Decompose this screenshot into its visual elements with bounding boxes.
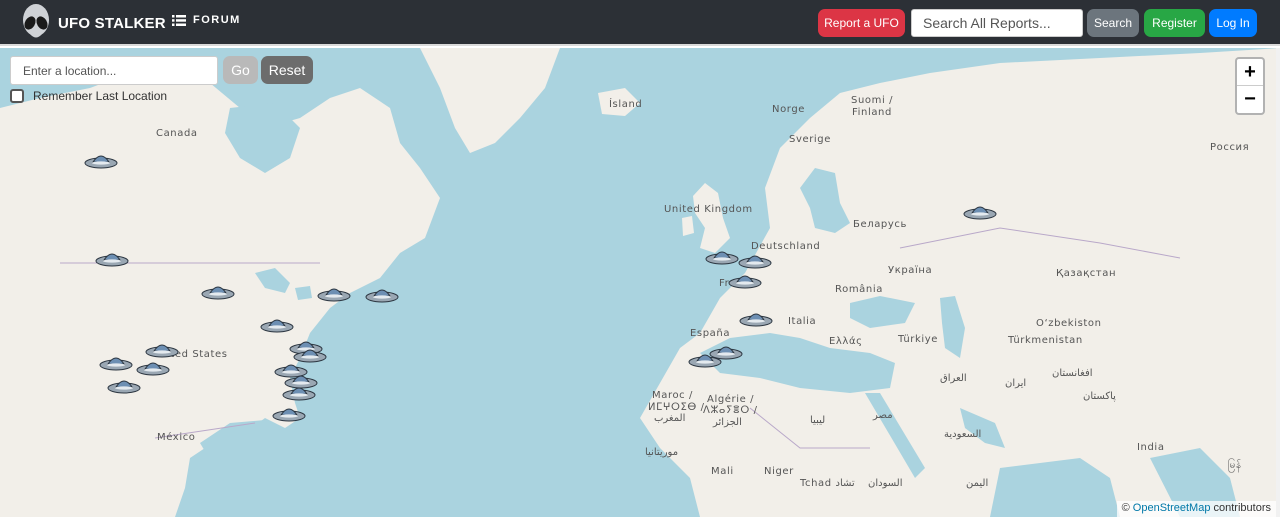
label-island: Ísland	[609, 99, 643, 110]
label-libya: ليبيا	[810, 415, 826, 426]
label-saudi: السعودية	[944, 429, 982, 440]
label-algerie-1: Algérie /	[707, 394, 755, 405]
login-button[interactable]: Log In	[1209, 9, 1257, 37]
go-button[interactable]: Go	[223, 56, 258, 84]
label-misr: مصر	[873, 410, 893, 421]
ufo-marker-icon[interactable]	[282, 382, 316, 402]
ufo-marker-icon[interactable]	[738, 250, 772, 270]
label-mali: Mali	[711, 466, 734, 477]
forum-label: FORUM	[193, 14, 241, 26]
top-navbar: UFO STALKER FORUM Report a UFO Search Re…	[0, 0, 1280, 46]
ufo-marker-icon[interactable]	[260, 314, 294, 334]
attribution-suffix: contributors	[1213, 502, 1271, 514]
label-tchad: Tchad تشاد	[800, 478, 855, 489]
map-attribution: © OpenStreetMap contributors	[1116, 501, 1276, 517]
label-sudan: السودان	[868, 478, 903, 489]
label-kazakhstan: Қазақстан	[1056, 268, 1117, 279]
brand-title: UFO STALKER	[58, 14, 166, 32]
ufo-marker-icon[interactable]	[728, 270, 762, 290]
label-algerie-3: الجزائر	[713, 417, 742, 428]
label-afghanistan: افغانستان	[1052, 368, 1093, 379]
label-ozbekiston: O‘zbekiston	[1036, 318, 1102, 329]
label-algerie-2: ⴷⵣⴰⵢⴻⵔ /	[703, 405, 758, 416]
ufo-marker-icon[interactable]	[317, 283, 351, 303]
search-reports-input[interactable]	[911, 9, 1083, 37]
label-mexico: México	[157, 432, 196, 443]
report-ufo-button[interactable]: Report a UFO	[818, 9, 905, 37]
remember-location-label: Remember Last Location	[33, 89, 168, 103]
zoom-control: + −	[1235, 57, 1265, 115]
label-iran: ایران	[1005, 378, 1027, 389]
remember-location-checkbox[interactable]	[10, 89, 24, 103]
alien-logo-icon	[23, 4, 49, 38]
ufo-marker-icon[interactable]	[365, 284, 399, 304]
ufo-marker-icon[interactable]	[99, 352, 133, 372]
sightings-map[interactable]: Canada Ísland Norge Suomi / Finland Sver…	[0, 48, 1280, 517]
ufo-marker-icon[interactable]	[136, 357, 170, 377]
ufo-marker-icon[interactable]	[963, 201, 997, 221]
ufo-marker-icon[interactable]	[145, 339, 179, 359]
label-pakistan: پاکستان	[1083, 391, 1116, 402]
ufo-marker-icon[interactable]	[107, 375, 141, 395]
label-turkmenistan: Türkmenistan	[1008, 335, 1083, 346]
location-input[interactable]	[10, 56, 218, 85]
label-romania: România	[835, 284, 883, 295]
label-ellas: Ελλάς	[829, 336, 863, 347]
label-sverige: Sverige	[789, 134, 832, 145]
reset-button[interactable]: Reset	[261, 56, 313, 84]
label-yemen: اليمن	[966, 478, 989, 489]
label-norge: Norge	[772, 104, 806, 115]
remember-location-toggle[interactable]: Remember Last Location	[10, 89, 167, 103]
ufo-marker-icon[interactable]	[95, 248, 129, 268]
ufo-marker-icon[interactable]	[84, 150, 118, 170]
label-suomi: Suomi /	[851, 95, 894, 106]
forum-link[interactable]: FORUM	[172, 14, 241, 26]
label-turkiye: Türkiye	[898, 334, 939, 345]
ufo-marker-icon[interactable]	[201, 281, 235, 301]
label-maroc-3: المغرب	[654, 413, 686, 424]
label-italia: Italia	[788, 316, 817, 327]
brand-link[interactable]: UFO STALKER	[20, 3, 166, 43]
label-finland: Finland	[852, 107, 892, 118]
label-maroc-2: ⵍⵎⵖⵔⵉⴱ /	[648, 402, 705, 413]
zoom-in-button[interactable]: +	[1237, 59, 1263, 86]
label-belarus: Беларусь	[853, 219, 907, 230]
attribution-prefix: ©	[1121, 502, 1130, 514]
ufo-marker-icon[interactable]	[709, 341, 743, 361]
label-iraq: العراق	[940, 373, 967, 384]
label-myanmar: မြန်	[1228, 460, 1242, 471]
search-button[interactable]: Search	[1087, 9, 1139, 37]
map-base-layer	[0, 48, 1280, 517]
ufo-marker-icon[interactable]	[739, 308, 773, 328]
label-rossiya: Россия	[1210, 142, 1250, 153]
label-india: India	[1137, 442, 1165, 453]
list-icon	[172, 14, 186, 26]
label-canada: Canada	[156, 128, 198, 139]
ufo-marker-icon[interactable]	[272, 403, 306, 423]
register-button[interactable]: Register	[1144, 9, 1205, 37]
label-niger: Niger	[764, 466, 794, 477]
label-mauritania: موريتانيا	[645, 447, 679, 458]
label-espana: España	[690, 328, 731, 339]
scrollbar-track[interactable]	[1276, 48, 1280, 517]
openstreetmap-link[interactable]: OpenStreetMap	[1133, 502, 1211, 514]
ufo-marker-icon[interactable]	[705, 246, 739, 266]
label-uk: United Kingdom	[664, 204, 753, 215]
label-ukraina: Україна	[888, 265, 933, 276]
label-maroc-1: Maroc /	[652, 390, 694, 401]
zoom-out-button[interactable]: −	[1237, 86, 1263, 113]
